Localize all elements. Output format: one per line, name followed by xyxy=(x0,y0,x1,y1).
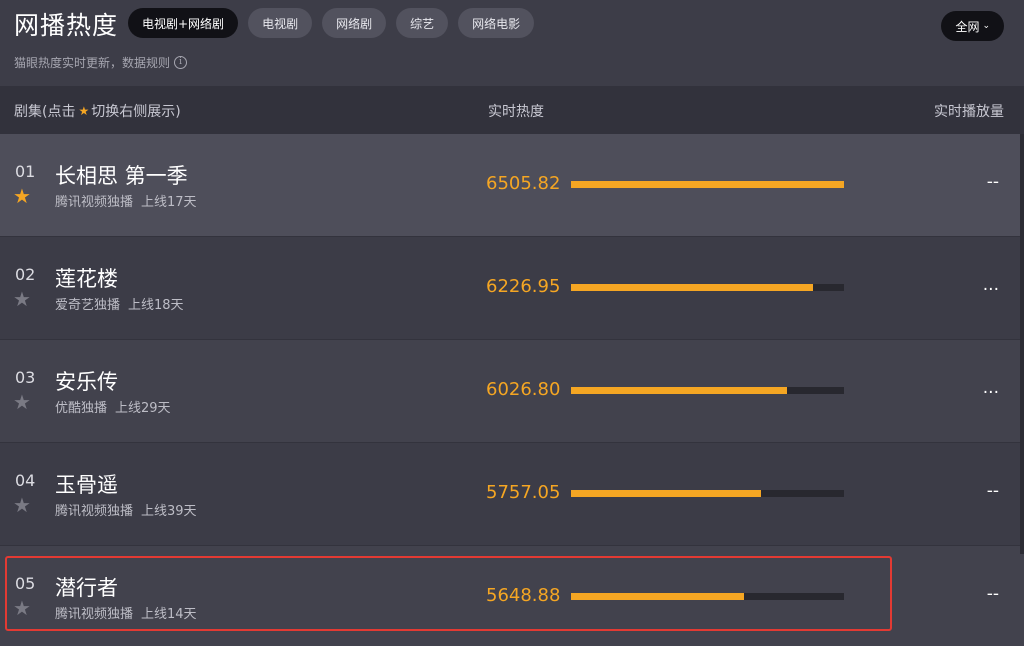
show-meta: 腾讯视频独播 上线17天 xyxy=(55,191,197,210)
star-icon: ★ xyxy=(78,104,90,118)
online-days: 上线39天 xyxy=(141,504,197,519)
rank-number: 01 xyxy=(15,162,36,181)
highlight-box xyxy=(5,556,892,631)
rank-number: 02 xyxy=(15,265,36,284)
platform-label: 爱奇艺独播 xyxy=(55,298,121,313)
platform-label: 优酷独播 xyxy=(55,401,108,416)
scope-dropdown[interactable]: 全网 ⌄ xyxy=(941,11,1004,41)
heat-bar-fill xyxy=(571,490,761,497)
scope-label: 全网 xyxy=(955,19,980,34)
platform-label: 腾讯视频独播 xyxy=(55,504,134,519)
table-row[interactable]: 02 ★ 莲花楼 爱奇艺独播 上线18天 6226.95 ... xyxy=(0,237,1024,340)
play-count: ... xyxy=(982,378,999,398)
column-header-name-prefix: 剧集(点击 xyxy=(14,104,76,120)
column-header-heat: 实时热度 xyxy=(488,104,544,120)
tab-web-drama[interactable]: 网络剧 xyxy=(322,8,387,38)
star-icon[interactable]: ★ xyxy=(13,495,31,515)
online-days: 上线29天 xyxy=(115,401,171,416)
show-title[interactable]: 莲花楼 xyxy=(55,263,118,293)
header: 网播热度 电视剧+网络剧 电视剧 网络剧 综艺 网络电影 全网 ⌄ 猫眼热度实时… xyxy=(0,0,1024,86)
play-count: -- xyxy=(986,481,999,501)
rank-number: 03 xyxy=(15,368,36,387)
column-header-name-suffix: 切换右侧展示) xyxy=(91,104,181,120)
tab-web-movie[interactable]: 网络电影 xyxy=(458,8,535,38)
heat-value: 6226.95 xyxy=(486,276,561,297)
show-meta: 优酷独播 上线29天 xyxy=(55,397,171,416)
online-days: 上线17天 xyxy=(141,195,197,210)
heat-bar xyxy=(571,181,844,188)
tab-tv-and-web-drama[interactable]: 电视剧+网络剧 xyxy=(128,8,239,38)
rank-number: 04 xyxy=(15,471,36,490)
table-row[interactable]: 03 ★ 安乐传 优酷独播 上线29天 6026.80 ... xyxy=(0,340,1024,443)
star-icon[interactable]: ★ xyxy=(13,392,31,412)
heat-bar-fill xyxy=(571,181,844,188)
show-meta: 爱奇艺独播 上线18天 xyxy=(55,294,184,313)
play-count: -- xyxy=(986,172,999,192)
star-icon[interactable]: ★ xyxy=(13,289,31,309)
chevron-down-icon: ⌄ xyxy=(982,21,990,31)
heat-bar-fill xyxy=(571,387,787,394)
show-title[interactable]: 长相思 第一季 xyxy=(55,160,188,190)
online-days: 上线18天 xyxy=(128,298,184,313)
star-icon[interactable]: ★ xyxy=(13,186,31,206)
platform-label: 腾讯视频独播 xyxy=(55,195,134,210)
column-header-play: 实时播放量 xyxy=(934,104,1004,120)
heat-bar xyxy=(571,387,844,394)
tab-variety[interactable]: 综艺 xyxy=(396,8,449,38)
tab-tv-drama[interactable]: 电视剧 xyxy=(248,8,313,38)
heat-bar xyxy=(571,490,844,497)
show-title[interactable]: 安乐传 xyxy=(55,366,118,396)
heat-bar-fill xyxy=(571,284,814,291)
show-meta: 腾讯视频独播 上线39天 xyxy=(55,500,197,519)
subtitle-text: 猫眼热度实时更新，数据规则 xyxy=(14,56,171,70)
category-tabs: 电视剧+网络剧 电视剧 网络剧 综艺 网络电影 xyxy=(128,8,544,38)
scrollbar[interactable] xyxy=(1020,134,1024,554)
page-title: 网播热度 xyxy=(14,11,119,40)
table-header: 剧集(点击 ★ 切换右侧展示) 实时热度 实时播放量 xyxy=(0,86,1024,134)
table-row[interactable]: 01 ★ 长相思 第一季 腾讯视频独播 上线17天 6505.82 -- xyxy=(0,134,1024,237)
table-row[interactable]: 04 ★ 玉骨遥 腾讯视频独播 上线39天 5757.05 -- xyxy=(0,443,1024,546)
play-count: -- xyxy=(986,584,999,604)
play-count: ... xyxy=(982,275,999,295)
info-icon[interactable]: i xyxy=(174,56,188,69)
show-title[interactable]: 玉骨遥 xyxy=(55,469,118,499)
subtitle: 猫眼热度实时更新，数据规则 i xyxy=(14,54,188,71)
heat-value: 5757.05 xyxy=(486,482,561,503)
heat-value: 6026.80 xyxy=(486,379,561,400)
heat-value: 6505.82 xyxy=(486,173,561,194)
column-header-name: 剧集(点击 ★ 切换右侧展示) xyxy=(14,101,181,121)
heat-bar xyxy=(571,284,844,291)
